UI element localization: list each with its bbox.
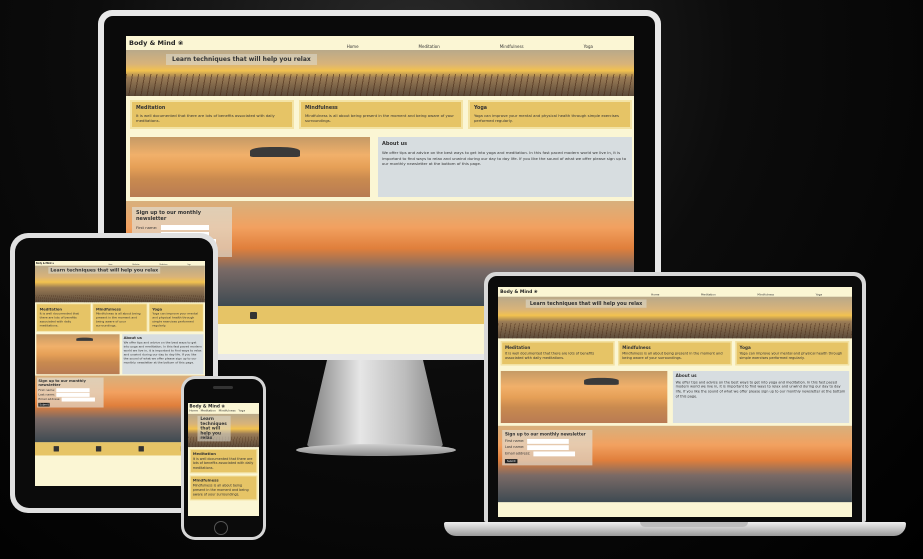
brand-logo[interactable]: Body & Mind ❀ xyxy=(36,262,54,265)
card-text: It is well documented that there are lot… xyxy=(192,457,254,470)
hero-title: Learn techniques that will help you rela… xyxy=(525,299,647,308)
email-input[interactable] xyxy=(533,451,575,456)
newsletter-title: Sign up to our monthly newsletter xyxy=(136,210,201,223)
brand-logo[interactable]: Body & Mind ❀ xyxy=(500,289,538,295)
card-text: It is well documented that there are lot… xyxy=(136,113,275,124)
field-label: Email address: xyxy=(504,451,531,456)
about-title: About us xyxy=(382,141,408,148)
card-text: Yoga can improve your mental and physica… xyxy=(152,312,198,328)
instagram-icon[interactable] xyxy=(138,446,144,452)
mockup-stage: Body & Mind ❀ Home Meditation Mindfulnes… xyxy=(0,0,923,559)
card-text: It is well documented that there are lot… xyxy=(39,312,79,328)
monitor-stand xyxy=(306,360,444,450)
about-title: About us xyxy=(675,373,697,379)
beach-image xyxy=(130,137,370,198)
nav-yoga[interactable]: Yoga xyxy=(816,292,822,295)
nav-meditation[interactable]: Meditation xyxy=(701,292,716,295)
nav-mindfulness[interactable]: Mindfulness xyxy=(757,292,774,295)
card-text: Yoga can improve your mental and physica… xyxy=(739,351,843,361)
facebook-icon[interactable] xyxy=(53,446,59,452)
card-title: Yoga xyxy=(739,345,751,351)
email-input[interactable] xyxy=(61,397,96,402)
nav-mindfulness[interactable]: Mindfulness xyxy=(219,409,236,412)
last-name-input[interactable] xyxy=(527,444,569,450)
home-button[interactable] xyxy=(214,521,228,535)
card-yoga: Yoga Yoga can improve your mental and phy… xyxy=(468,100,632,130)
card-title: Yoga xyxy=(152,306,163,312)
card-title: Mindfulness xyxy=(305,106,338,111)
laptop-screen: Body & Mind ❀ Home Meditation Mindfulness Y… xyxy=(498,287,852,517)
hero-title: Learn techniques that will help you rela… xyxy=(197,415,231,442)
card-meditation: Meditation It is well documented that the… xyxy=(130,100,294,130)
nav-yoga[interactable]: Yoga xyxy=(238,409,245,412)
nav-home[interactable]: Home xyxy=(189,409,197,412)
hero-title: Learn techniques that will help you rela… xyxy=(166,54,317,65)
card-text: Mindfulness is all about being present i… xyxy=(622,351,723,361)
site-nav: Body & Mind ❀ Home Meditation Mindfulnes… xyxy=(126,36,634,50)
hero-banner: Learn techniques that will help you rela… xyxy=(126,50,634,96)
nav-home[interactable]: Home xyxy=(651,292,659,295)
nav-meditation[interactable]: Meditation xyxy=(419,44,440,49)
about-text: We offer tips and advice on the best way… xyxy=(675,380,846,399)
card-text: Yoga can improve your mental and physica… xyxy=(474,113,619,124)
nav-home[interactable]: Home xyxy=(347,44,359,49)
card-mindfulness: Mindfulness Mindfulness is all about bein… xyxy=(299,100,463,130)
about-text: We offer tips and advice on the best way… xyxy=(382,150,627,166)
about-title: About us xyxy=(123,335,142,340)
field-label: Last name: xyxy=(38,393,56,397)
about-section: About us We offer tips and advice on the … xyxy=(126,133,634,201)
first-name-input[interactable] xyxy=(56,388,90,393)
card-title: Meditation xyxy=(39,306,63,312)
field-label: First name: xyxy=(136,225,158,231)
nav-mindfulness[interactable]: Mindfulness xyxy=(500,44,524,49)
card-title: Mindfulness xyxy=(622,345,651,351)
submit-button[interactable]: Submit xyxy=(38,402,50,407)
tablet-screen: Body & Mind ❀ Home Meditation Mindfulness Y… xyxy=(35,261,205,486)
field-label: First name: xyxy=(504,438,525,444)
phone-screen: Body & Mind ❀ Home Meditation Mindfulness Y… xyxy=(188,403,259,516)
field-label: Email address: xyxy=(38,397,61,402)
field-label: Last name: xyxy=(504,445,525,450)
nav-yoga[interactable]: Yoga xyxy=(584,44,593,49)
newsletter-title: Sign up to our monthly newsletter xyxy=(38,378,86,388)
nav-meditation[interactable]: Meditation xyxy=(201,409,216,412)
card-title: Mindfulness xyxy=(95,306,121,312)
submit-button[interactable]: Submit xyxy=(504,458,518,463)
about-text: We offer tips and advice on the best way… xyxy=(123,341,202,365)
newsletter-title: Sign up to our monthly newsletter xyxy=(504,431,586,437)
twitter-icon[interactable] xyxy=(96,446,102,452)
last-name-input[interactable] xyxy=(56,392,90,397)
card-title: Meditation xyxy=(192,451,216,457)
twitter-icon[interactable] xyxy=(250,311,257,319)
first-name-input[interactable] xyxy=(161,225,210,231)
card-title: Meditation xyxy=(136,106,166,111)
card-text: Mindfulness is all about being present i… xyxy=(192,483,249,497)
card-title: Yoga xyxy=(474,106,487,111)
hero-title: Learn techniques that will help you rela… xyxy=(48,266,161,274)
card-text: Mindfulness is all about being present i… xyxy=(95,312,141,328)
phone-device: Body & Mind ❀ Home Meditation Mindfulness Y… xyxy=(181,376,266,540)
field-label: First name: xyxy=(38,388,56,392)
first-name-input[interactable] xyxy=(527,438,569,444)
card-title: Meditation xyxy=(504,345,531,351)
laptop-device: Body & Mind ❀ Home Meditation Mindfulness Y… xyxy=(484,272,866,522)
brand-logo[interactable]: Body & Mind ❀ xyxy=(129,39,183,47)
card-title: Mindfulness xyxy=(192,478,219,483)
card-text: Mindfulness is all about being present i… xyxy=(305,113,454,124)
lotus-icon: ❀ xyxy=(177,39,184,47)
card-text: It is well documented that there are lot… xyxy=(504,351,595,361)
